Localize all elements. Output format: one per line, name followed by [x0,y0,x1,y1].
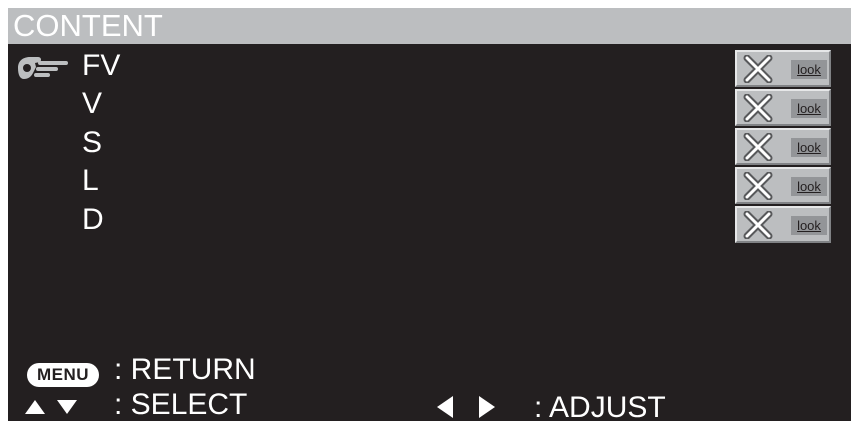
look-label: look [791,138,827,157]
status-cell-d[interactable]: look [735,206,831,243]
menu-item-d[interactable]: D [8,200,728,238]
x-mark-icon [743,55,773,83]
menu-item-v[interactable]: V [8,84,728,122]
pointing-hand-icon [18,57,68,79]
up-triangle-icon [25,400,45,414]
look-label: look [791,177,827,196]
x-mark-icon [743,211,773,239]
left-triangle-icon [437,396,453,418]
look-label: look [791,99,827,118]
title-bar: CONTENT [8,8,851,44]
look-label: look [791,216,827,235]
x-mark-icon [743,133,773,161]
menu-item-l[interactable]: L [8,161,728,199]
down-triangle-icon [57,400,77,414]
x-mark-icon [743,172,773,200]
x-mark-icon [743,94,773,122]
menu-item-label: S [82,126,103,159]
status-cell-v[interactable]: look [735,89,831,126]
menu-item-label: V [82,87,103,120]
adjust-hint: : ADJUST [534,391,666,421]
select-hint: : SELECT [114,388,248,421]
status-cell-fv[interactable]: look [735,50,831,87]
menu-item-label: L [82,164,99,197]
status-cell-s[interactable]: look [735,128,831,165]
menu-item-s[interactable]: S [8,123,728,161]
osd-menu-screen: CONTENT FV V S L D look look look look l… [8,8,851,421]
page-title: CONTENT [13,8,163,43]
return-hint: : RETURN [114,353,256,386]
menu-key-icon: MENU [27,363,99,387]
look-label: look [791,60,827,79]
menu-item-label: D [82,203,104,236]
menu-item-fv[interactable]: FV [8,46,728,84]
right-triangle-icon [479,396,495,418]
menu-item-label: FV [82,49,121,82]
status-cell-l[interactable]: look [735,167,831,204]
